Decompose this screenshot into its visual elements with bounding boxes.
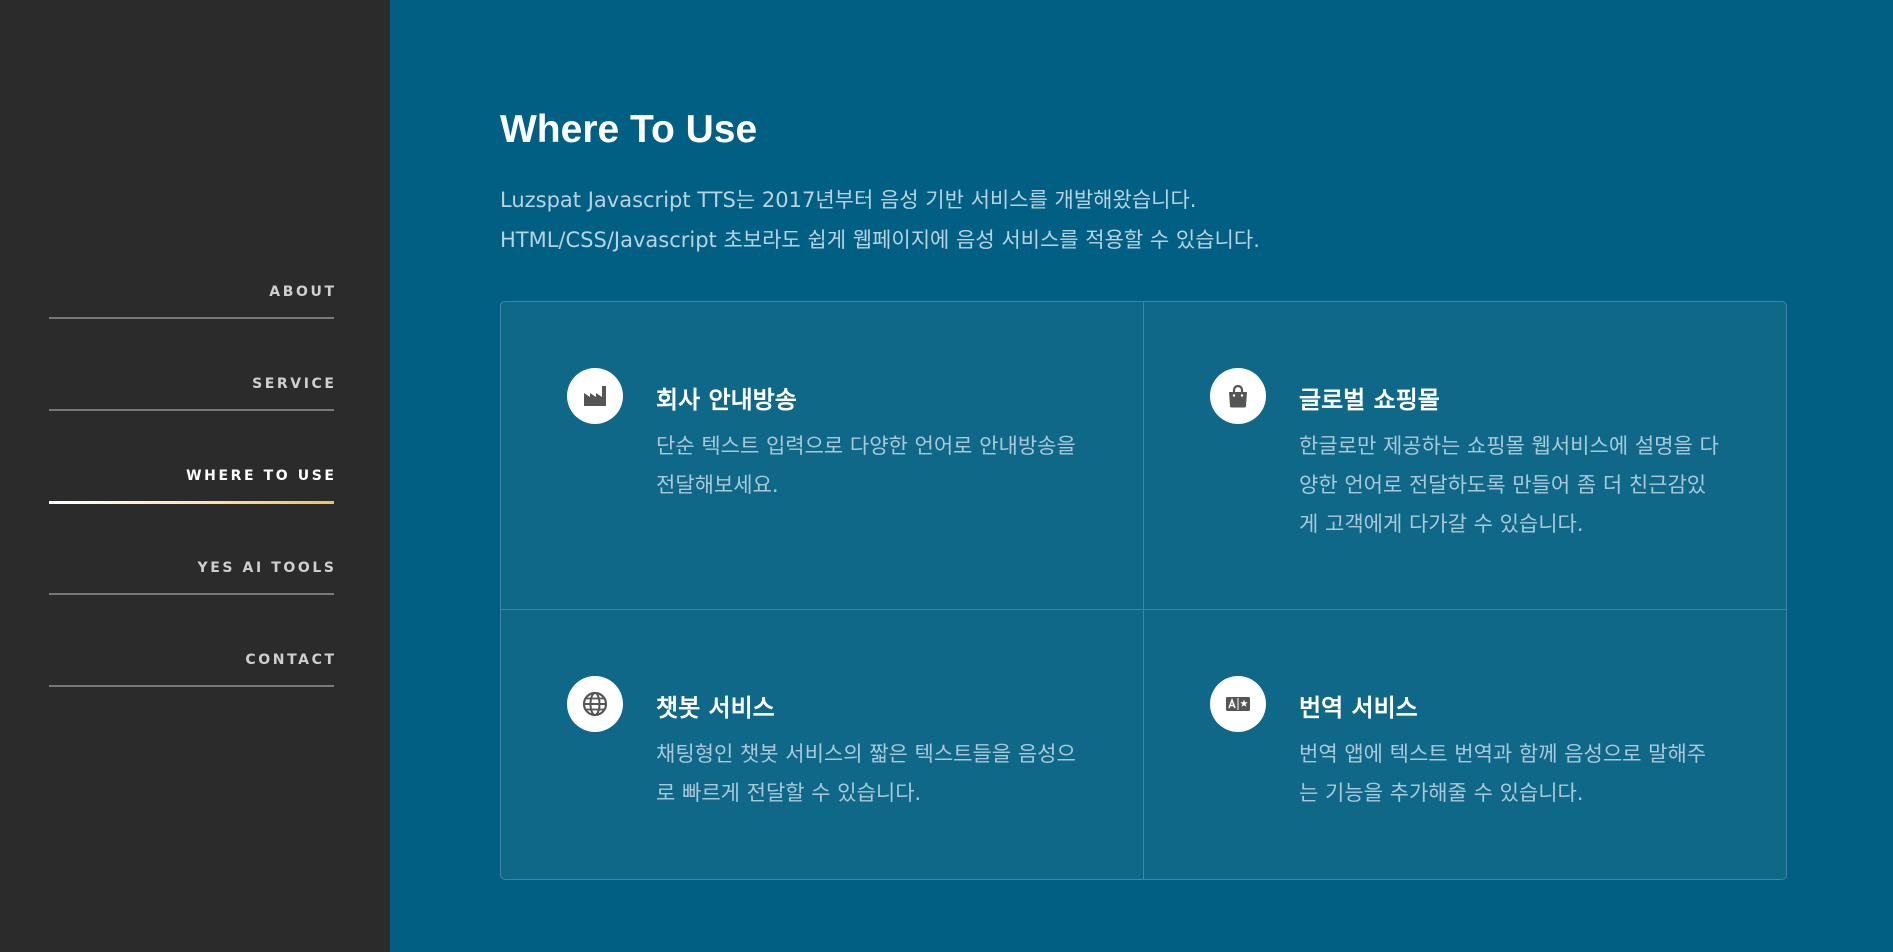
nav-item-yes-ai-tools[interactable]: YES AI TOOLS [49, 546, 334, 638]
nav-item-label: WHERE TO USE [186, 468, 337, 484]
section-intro: Luzspat Javascript TTS는 2017년부터 음성 기반 서비… [500, 180, 1260, 260]
nav-item-label: ABOUT [269, 284, 337, 300]
main-content: Where To Use Luzspat Javascript TTS는 201… [390, 0, 1893, 952]
card-description: 채팅형인 챗봇 서비스의 짧은 텍스트들을 음성으로 빠르게 전달할 수 있습니… [656, 742, 1076, 805]
card-description: 한글로만 제공하는 쇼핑몰 웹서비스에 설명을 다양한 언어로 전달하도록 만들… [1299, 434, 1719, 536]
use-case-card-announcement: 회사 안내방송 단순 텍스트 입력으로 다양한 언어로 안내방송을 전달해보세요… [501, 302, 1144, 610]
card-title: 글로벌 쇼핑몰 [1299, 386, 1440, 414]
nav-item-underline [49, 409, 334, 411]
section-title: Where To Use [500, 108, 758, 151]
card-description: 단순 텍스트 입력으로 다양한 언어로 안내방송을 전달해보세요. [656, 434, 1076, 497]
use-case-grid: 회사 안내방송 단순 텍스트 입력으로 다양한 언어로 안내방송을 전달해보세요… [500, 301, 1787, 880]
nav-item-underline [49, 593, 334, 595]
card-title: 번역 서비스 [1299, 694, 1418, 722]
nav-item-label: CONTACT [245, 652, 337, 668]
nav-item-active-underline [49, 501, 334, 504]
intro-line: Luzspat Javascript TTS는 2017년부터 음성 기반 서비… [500, 188, 1197, 212]
card-title: 챗봇 서비스 [656, 694, 775, 722]
factory-icon [567, 368, 623, 424]
card-description: 번역 앱에 텍스트 번역과 함께 음성으로 말해주는 기능을 추가해줄 수 있습… [1299, 742, 1707, 805]
nav-item-where-to-use[interactable]: WHERE TO USE [49, 454, 334, 546]
sidebar: ABOUT SERVICE WHERE TO USE YES AI TOOLS … [0, 0, 390, 952]
nav-item-contact[interactable]: CONTACT [49, 638, 334, 730]
card-title: 회사 안내방송 [656, 386, 797, 414]
use-case-card-chatbot: 챗봇 서비스 채팅형인 챗봇 서비스의 짧은 텍스트들을 음성으로 빠르게 전달… [501, 610, 1144, 880]
globe-icon [567, 676, 623, 732]
sidebar-nav: ABOUT SERVICE WHERE TO USE YES AI TOOLS … [49, 270, 334, 730]
intro-line: HTML/CSS/Javascript 초보라도 쉽게 웹페이지에 음성 서비스… [500, 228, 1260, 252]
nav-item-about[interactable]: ABOUT [49, 270, 334, 362]
shopping-bag-icon [1210, 368, 1266, 424]
nav-item-label: YES AI TOOLS [197, 560, 337, 576]
nav-item-underline [49, 317, 334, 319]
use-case-card-global-shop: 글로벌 쇼핑몰 한글로만 제공하는 쇼핑몰 웹서비스에 설명을 다양한 언어로 … [1144, 302, 1787, 610]
translate-icon [1210, 676, 1266, 732]
use-case-card-translation: 번역 서비스 번역 앱에 텍스트 번역과 함께 음성으로 말해주는 기능을 추가… [1144, 610, 1787, 880]
nav-item-service[interactable]: SERVICE [49, 362, 334, 454]
nav-item-underline [49, 685, 334, 687]
nav-item-label: SERVICE [252, 376, 337, 392]
